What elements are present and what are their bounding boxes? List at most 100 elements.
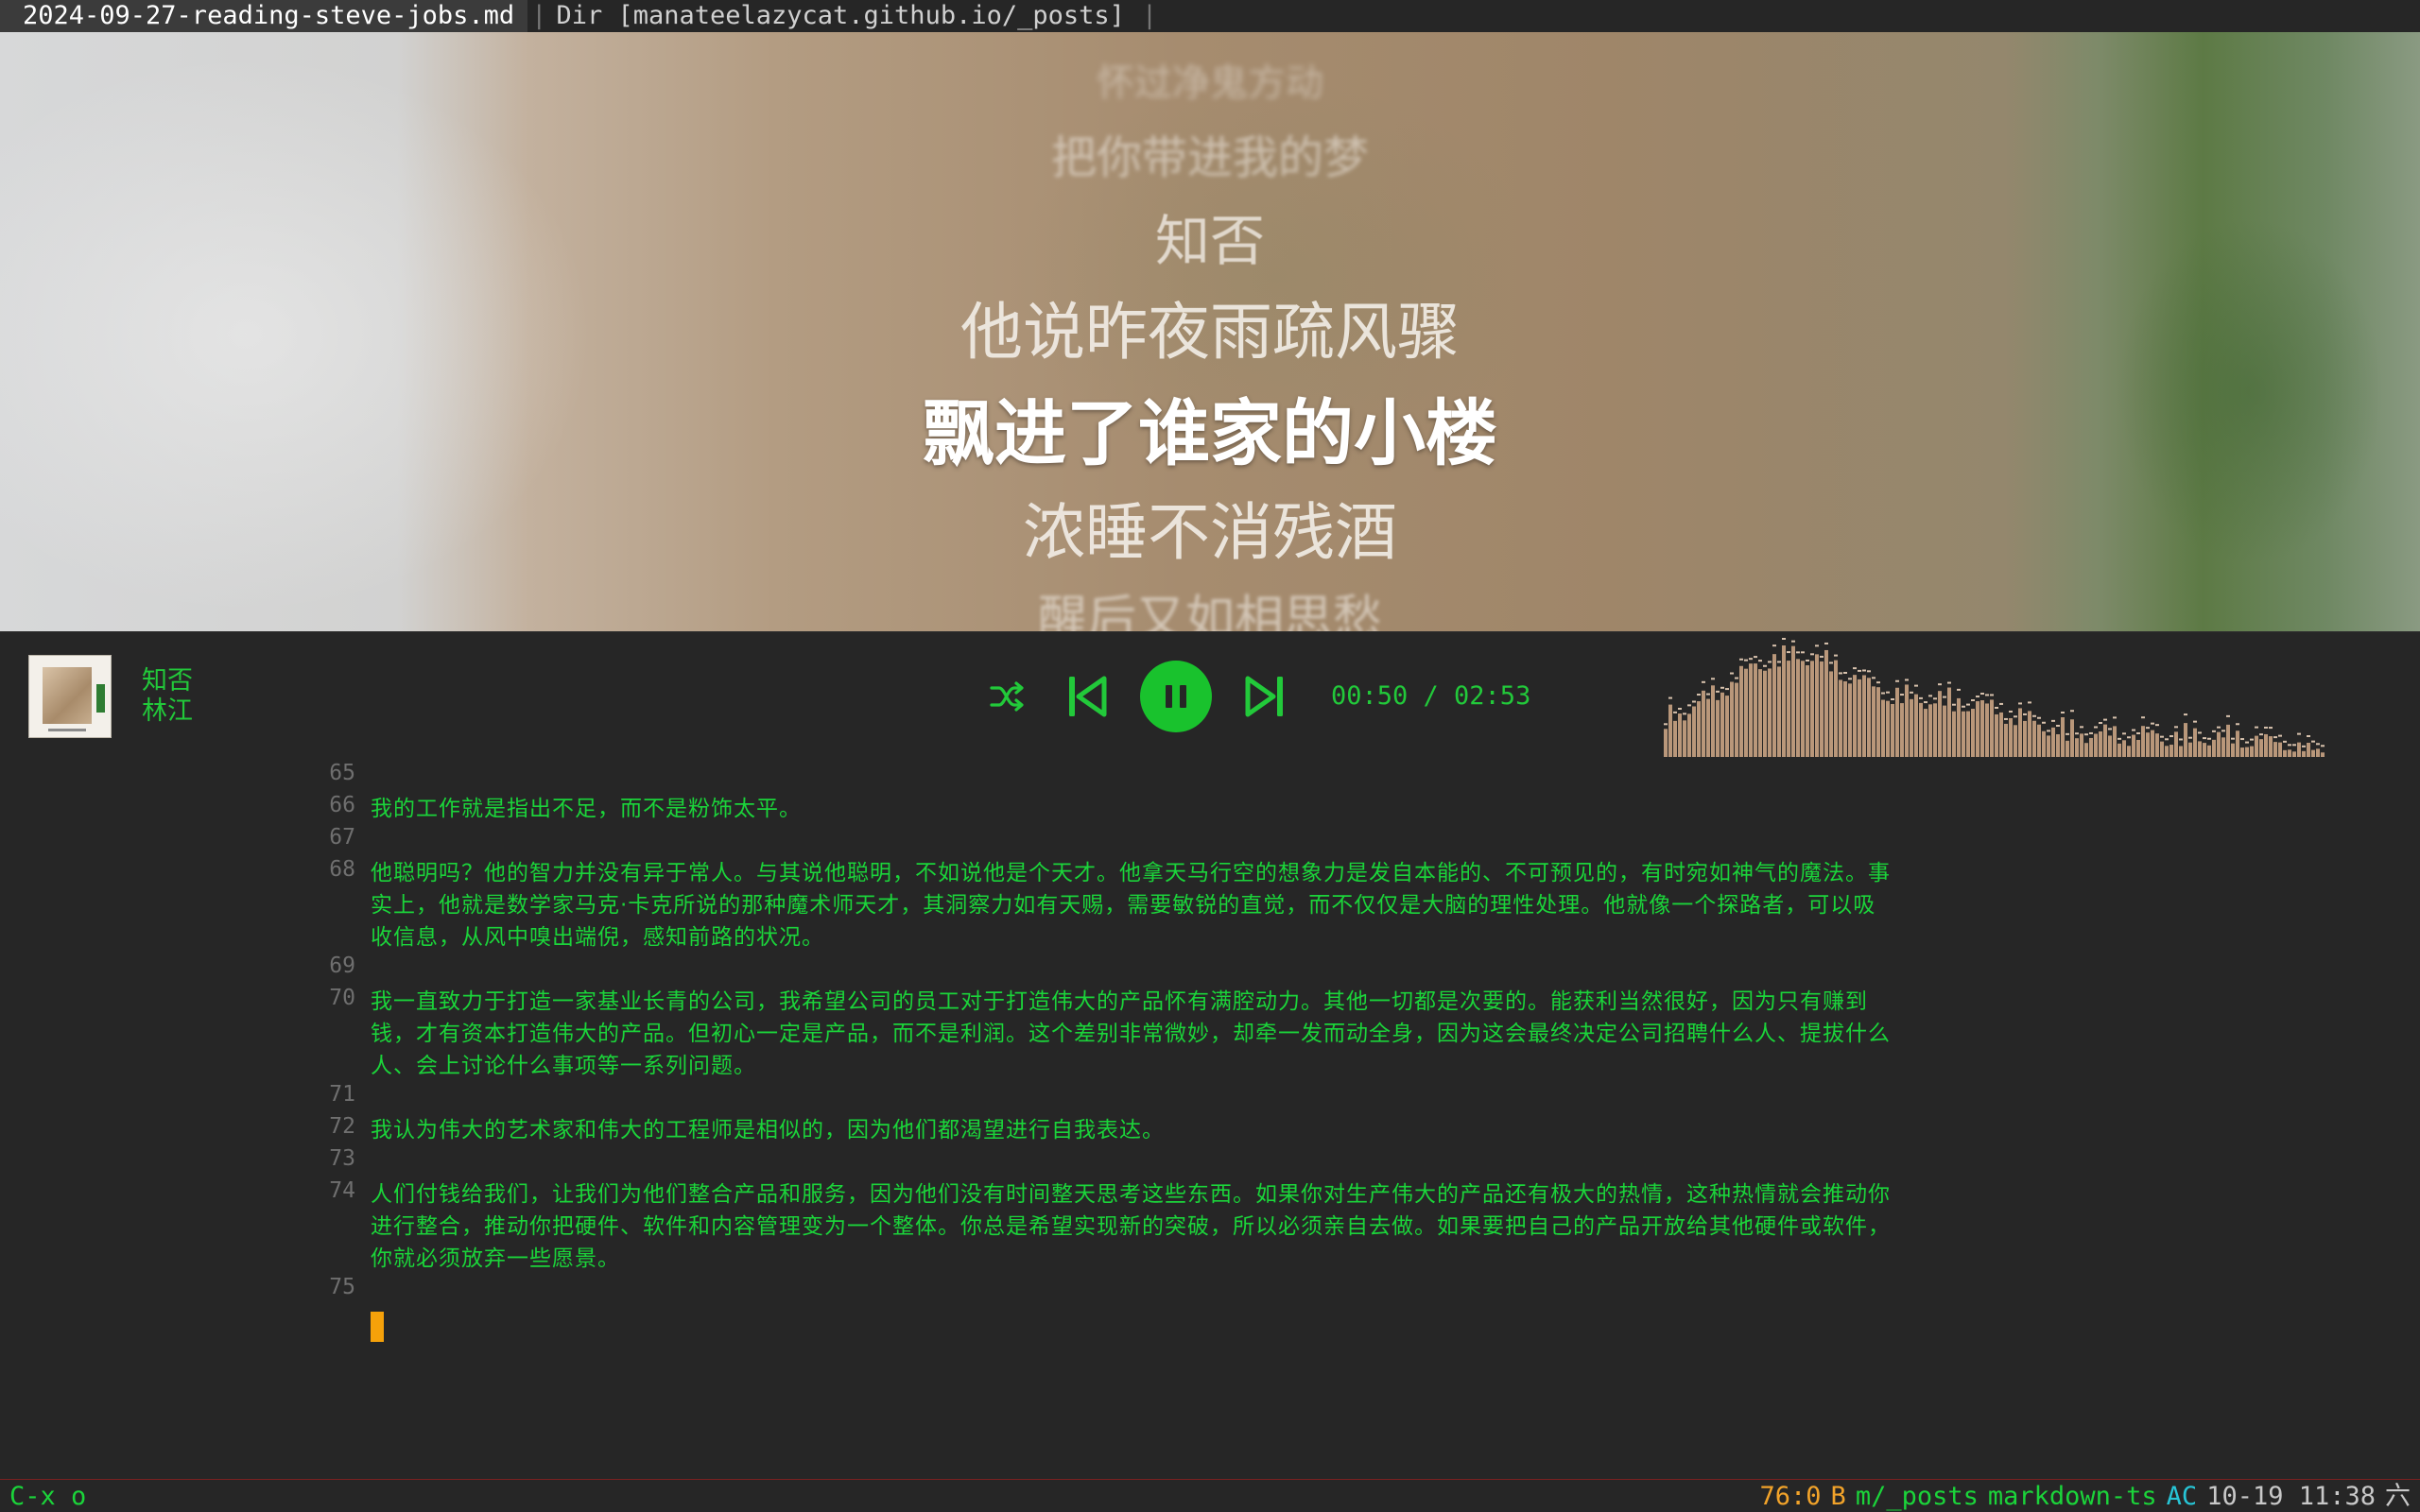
- spectrum-peak: [1668, 696, 1672, 699]
- spectrum-bar: [2212, 739, 2216, 757]
- spectrum-peak: [2132, 729, 2135, 731]
- shuffle-button[interactable]: [989, 679, 1027, 713]
- spectrum-peak: [2174, 726, 2178, 729]
- next-icon: [1245, 676, 1283, 717]
- spectrum-peak: [1952, 703, 1956, 706]
- spectrum-peak: [2207, 737, 2211, 740]
- spectrum-bar: [1801, 661, 1805, 757]
- spectrum-bar: [1876, 687, 1880, 757]
- next-button[interactable]: [1244, 674, 1286, 719]
- spectrum-bar: [1900, 703, 1904, 757]
- spectrum-peak: [2028, 701, 2031, 704]
- spectrum-peak: [2179, 738, 2183, 741]
- editor-buffer[interactable]: 65 66 我的工作就是指出不足，而不是粉饰太平。 67 68 他聪明吗？他的智…: [0, 761, 2420, 1479]
- spectrum-bar: [2297, 742, 2301, 757]
- previous-button[interactable]: [1066, 674, 1108, 719]
- lyric-line: 他说昨夜雨疏风骤: [960, 296, 1460, 369]
- spectrum-bar: [1824, 649, 1828, 757]
- song-title: 知否: [142, 666, 193, 696]
- spectrum-peak: [1995, 706, 1998, 709]
- spectrum-peak: [2014, 715, 2017, 718]
- spectrum-bar: [2184, 723, 2187, 757]
- date-time: 10-19 11:38: [2206, 1482, 2376, 1511]
- spectrum-peak: [2264, 726, 2268, 729]
- spectrum-peak: [1720, 686, 1724, 689]
- spectrum-peak: [2056, 725, 2060, 727]
- spectrum-peak: [1806, 659, 1809, 662]
- spectrum-peak: [1796, 651, 1800, 654]
- spectrum-peak: [1664, 723, 1668, 726]
- song-artist: 林江: [142, 696, 193, 726]
- spectrum-bar: [2066, 740, 2069, 757]
- spectrum-peak: [1867, 670, 1871, 673]
- major-mode[interactable]: markdown-ts: [1988, 1482, 2157, 1511]
- spectrum-peak: [2245, 741, 2249, 744]
- text-line: 实上，他就是数学家马克·卡克所说的那种魔术师天才，其洞察力如有天赐，需要敏锐的直…: [371, 893, 1876, 918]
- spectrum-bar: [1806, 664, 1809, 757]
- spectrum-bar: [2188, 742, 2192, 757]
- spectrum-bar: [2264, 733, 2268, 757]
- spectrum-bar: [1777, 666, 1781, 757]
- spectrum-peak: [1999, 702, 2003, 705]
- play-pause-button[interactable]: [1140, 661, 1212, 732]
- tab-active-file[interactable]: 2024-09-27-reading-steve-jobs.md: [0, 0, 528, 32]
- spectrum-bar: [1919, 702, 1923, 757]
- spectrum-peak: [2108, 728, 2112, 730]
- spectrum-bar: [2113, 726, 2117, 757]
- spectrum-peak: [2231, 737, 2235, 740]
- spectrum-bar: [1862, 675, 1866, 757]
- spectrum-bar: [1886, 700, 1890, 757]
- spectrum-peak: [1739, 658, 1743, 661]
- spectrum-bar: [2240, 747, 2244, 757]
- line-number: 73: [329, 1146, 355, 1171]
- spectrum-peak: [1947, 681, 1951, 684]
- spectrum-bar: [1758, 669, 1762, 757]
- spectrum-bar: [1725, 696, 1729, 757]
- tab-dir[interactable]: Dir [manateelazycat.github.io/_posts]: [550, 0, 1137, 32]
- spectrum-bar: [1928, 704, 1932, 757]
- spectrum-bar: [2028, 711, 2031, 757]
- spectrum-bar: [2316, 748, 2320, 757]
- album-art-strip: [96, 684, 105, 713]
- spectrum-bar: [2014, 725, 2017, 757]
- spectrum-bar: [2051, 727, 2055, 757]
- spectrum-peak: [1985, 694, 1989, 696]
- line-number: 74: [329, 1178, 355, 1203]
- spectrum-bar: [2174, 731, 2178, 757]
- spectrum-peak: [1673, 711, 1677, 713]
- spectrum-peak: [2311, 740, 2315, 743]
- spectrum-bar: [2127, 746, 2131, 757]
- pause-icon: [1166, 685, 1186, 708]
- spectrum-peak: [2217, 726, 2221, 729]
- album-cover[interactable]: [28, 655, 112, 738]
- spectrum-peak: [1772, 644, 1776, 647]
- spectrum-peak: [1924, 701, 1927, 704]
- spectrum-bar: [2080, 733, 2083, 757]
- spectrum-bar: [1815, 654, 1819, 757]
- spectrum-bar: [1891, 704, 1894, 757]
- line-number: 71: [329, 1082, 355, 1107]
- spectrum-peak: [2193, 720, 2197, 723]
- spectrum-bar: [1706, 698, 1710, 757]
- spectrum-bar: [1848, 683, 1852, 757]
- spectrum-peak: [2269, 727, 2273, 730]
- text-line: 我的工作就是指出不足，而不是粉饰太平。: [371, 797, 802, 821]
- line-number: 65: [329, 761, 355, 785]
- spectrum-bar: [1952, 711, 1956, 757]
- playback-time: 00:50 / 02:53: [1331, 681, 1531, 711]
- spectrum-bar: [1754, 663, 1757, 757]
- spectrum-peak: [2321, 745, 2325, 747]
- spectrum-peak: [1886, 691, 1890, 694]
- spectrum-bar: [1702, 690, 1705, 757]
- line-number: 66: [329, 793, 355, 817]
- spectrum-bar: [2259, 739, 2263, 757]
- album-art-caption: [48, 729, 86, 731]
- line-number: 70: [329, 986, 355, 1010]
- spectrum-peak: [1791, 640, 1795, 643]
- spectrum-bar: [1692, 706, 1696, 757]
- spectrum-bar: [2321, 752, 2325, 757]
- spectrum-bar: [1962, 711, 1965, 757]
- spectrum-peak: [1824, 642, 1828, 644]
- spectrum-peak: [1862, 669, 1866, 672]
- spectrum-peak: [2259, 733, 2263, 736]
